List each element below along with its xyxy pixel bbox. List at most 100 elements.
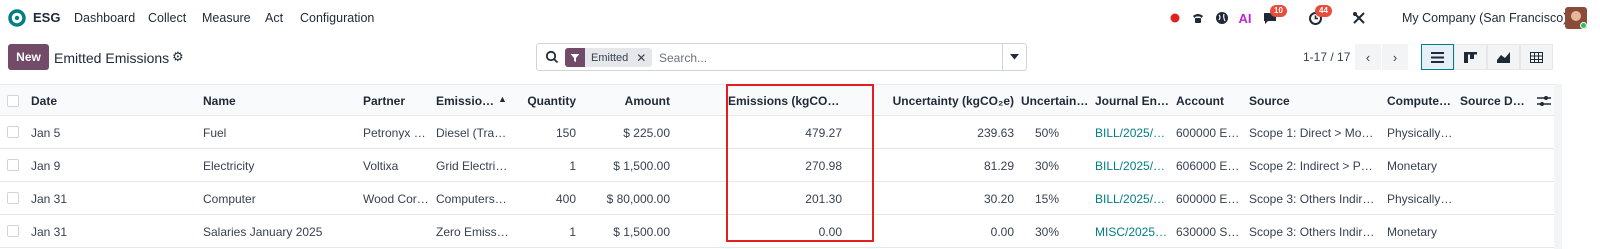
- cell-journal-entry[interactable]: BILL/2025/…: [1095, 126, 1170, 140]
- emissions-table: Date Name Partner Emission F. ▲ Quantity…: [0, 84, 1600, 249]
- row-checkbox[interactable]: [7, 159, 19, 171]
- cell-uncertainty-percent: 30%: [1034, 159, 1059, 173]
- cell-partner: Wood Cor…: [363, 192, 429, 206]
- select-all-checkbox[interactable]: [7, 95, 19, 107]
- kanban-view-icon: [1464, 51, 1477, 63]
- cell-quantity: 400: [555, 192, 576, 206]
- pager-next-button[interactable]: ›: [1382, 44, 1408, 70]
- col-uncertainty-percent[interactable]: Uncertain…: [1021, 94, 1089, 108]
- pager-previous-button[interactable]: ‹: [1355, 44, 1381, 70]
- cell-quantity: 1: [569, 225, 576, 239]
- cell-emission-factor: Zero Emission: [436, 225, 510, 239]
- cell-account: 600000 E…: [1176, 126, 1240, 140]
- menu-collect[interactable]: Collect: [148, 11, 186, 25]
- pivot-view-icon: [1530, 51, 1543, 63]
- cell-emission-factor: Computers …: [436, 192, 510, 206]
- col-emission-factor[interactable]: Emission F.: [436, 94, 500, 108]
- cell-uncertainty: 0.00: [990, 225, 1014, 239]
- col-date[interactable]: Date: [31, 94, 191, 108]
- list-view-icon: [1431, 51, 1444, 63]
- facet-remove-icon[interactable]: ✕: [634, 48, 652, 67]
- cell-journal-entry[interactable]: BILL/2025/…: [1095, 159, 1170, 173]
- facet-label: Emitted: [591, 51, 629, 64]
- col-name[interactable]: Name: [203, 94, 353, 108]
- optional-columns-icon[interactable]: [1537, 94, 1551, 108]
- activities-badge: 44: [1315, 5, 1332, 17]
- tools-icon[interactable]: [1349, 8, 1369, 28]
- cell-partner: Voltixa: [363, 159, 399, 173]
- cell-account: 606000 El…: [1176, 159, 1241, 173]
- cell-uncertainty-percent: 30%: [1034, 225, 1059, 239]
- cell-partner: Petronyx …: [363, 126, 426, 140]
- search-bar: Emitted ✕: [536, 43, 1027, 71]
- cell-name: Computer: [203, 192, 256, 206]
- row-checkbox[interactable]: [7, 126, 19, 138]
- phone-icon[interactable]: [1188, 8, 1208, 28]
- table-row[interactable]: Jan 5 Fuel Petronyx … Diesel (Tran… 150 …: [0, 116, 1554, 149]
- search-icon[interactable]: [545, 50, 559, 64]
- col-compute-method[interactable]: Compute …: [1387, 94, 1454, 108]
- menu-dashboard[interactable]: Dashboard: [74, 11, 135, 25]
- col-amount[interactable]: Amount: [590, 94, 670, 108]
- cell-journal-entry[interactable]: MISC/2025/…: [1095, 225, 1170, 239]
- cell-source: Scope 2: Indirect > Pur…: [1249, 159, 1379, 173]
- cell-account: 630000 Sa…: [1176, 225, 1241, 239]
- recording-dot-icon[interactable]: [1165, 8, 1185, 28]
- col-source-data[interactable]: Source Da…: [1460, 94, 1528, 108]
- kanban-view-button[interactable]: [1454, 44, 1487, 70]
- col-quantity[interactable]: Quantity: [515, 94, 576, 108]
- sort-ascending-icon: ▲: [498, 94, 507, 104]
- new-button[interactable]: New: [8, 44, 49, 70]
- cell-amount: $ 80,000.00: [606, 192, 670, 206]
- cell-emission-factor: Grid Electri…: [436, 159, 508, 173]
- caret-down-icon: [1010, 54, 1019, 60]
- page-title: Emitted Emissions: [54, 50, 170, 66]
- col-source[interactable]: Source: [1249, 94, 1379, 108]
- col-partner[interactable]: Partner: [363, 94, 429, 108]
- messages-icon[interactable]: 10: [1260, 5, 1287, 28]
- activities-icon[interactable]: 44: [1305, 5, 1332, 28]
- search-input[interactable]: [659, 49, 989, 66]
- top-navbar: ESG Dashboard Collect Measure Act Config…: [0, 0, 1600, 36]
- row-checkbox[interactable]: [7, 225, 19, 237]
- cell-emissions: 479.27: [805, 126, 842, 140]
- cell-uncertainty-percent: 15%: [1034, 192, 1059, 206]
- list-view-button[interactable]: [1421, 44, 1454, 70]
- messages-badge: 10: [1270, 5, 1287, 17]
- menu-act[interactable]: Act: [265, 11, 283, 25]
- ai-icon[interactable]: AI: [1235, 8, 1255, 28]
- cell-amount: $ 1,500.00: [613, 159, 670, 173]
- cell-journal-entry[interactable]: BILL/2025/…: [1095, 192, 1170, 206]
- table-row[interactable]: Jan 31 Salaries January 2025 Zero Emissi…: [0, 215, 1554, 248]
- esg-logo-icon[interactable]: [8, 9, 26, 27]
- globe-icon[interactable]: [1212, 8, 1232, 28]
- user-avatar[interactable]: [1565, 7, 1587, 29]
- cell-quantity: 150: [555, 126, 576, 140]
- cell-name: Fuel: [203, 126, 227, 140]
- pager-value[interactable]: 1-17 / 17: [1303, 50, 1350, 64]
- col-uncertainty[interactable]: Uncertainty (kgCO₂e): [880, 94, 1014, 108]
- cell-date: Jan 31: [31, 192, 68, 206]
- gear-icon[interactable]: ⚙: [172, 49, 184, 65]
- search-options-toggle[interactable]: [1002, 44, 1026, 70]
- graph-view-button[interactable]: [1487, 44, 1520, 70]
- cell-uncertainty-percent: 50%: [1034, 126, 1059, 140]
- cell-date: Jan 9: [31, 159, 61, 173]
- cell-uncertainty: 81.29: [983, 159, 1014, 173]
- table-header: Date Name Partner Emission F. ▲ Quantity…: [0, 84, 1554, 116]
- table-scrollbar[interactable]: [1554, 84, 1562, 249]
- row-checkbox[interactable]: [7, 192, 19, 204]
- pivot-view-button[interactable]: [1520, 44, 1553, 70]
- col-journal-entry[interactable]: Journal Entry: [1095, 94, 1170, 108]
- table-row[interactable]: Jan 31 Computer Wood Cor… Computers … 40…: [0, 182, 1554, 215]
- cell-amount: $ 1,500.00: [613, 225, 670, 239]
- company-switcher[interactable]: My Company (San Francisco): [1402, 11, 1567, 25]
- table-row[interactable]: Jan 9 Electricity Voltixa Grid Electri… …: [0, 149, 1554, 182]
- search-facet: Emitted ✕: [565, 48, 653, 67]
- app-name[interactable]: ESG: [33, 10, 60, 25]
- menu-configuration[interactable]: Configuration: [300, 11, 374, 25]
- col-emissions[interactable]: Emissions (kgCO₂e): [728, 94, 842, 108]
- menu-measure[interactable]: Measure: [202, 11, 251, 25]
- col-account[interactable]: Account: [1176, 94, 1241, 108]
- cell-source: Scope 3: Others Indire…: [1249, 192, 1379, 206]
